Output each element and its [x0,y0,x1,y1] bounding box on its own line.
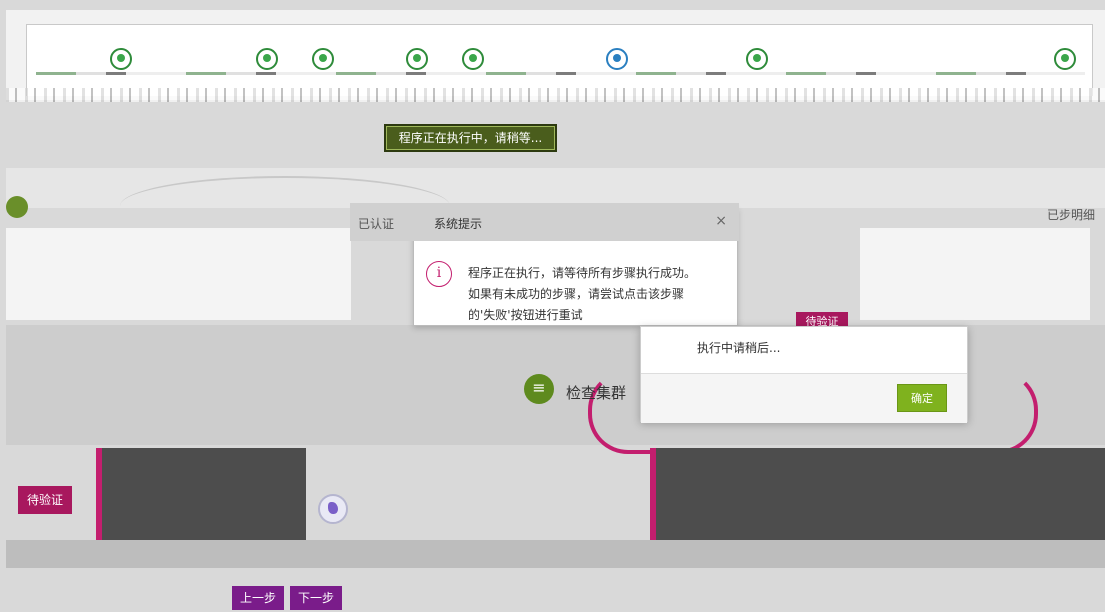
dialog-message-line: 的'失败'按钮进行重试 [468,308,583,322]
left-panel [6,228,351,320]
header-right-tab[interactable]: 已步明细 [895,206,1095,223]
progress-stepper [6,10,1105,102]
system-prompt-dialog: 已认证 系统提示 × i 程序正在执行，请等待所有步骤执行成功。 如果有未成功的… [350,203,739,326]
bottom-band [6,540,1105,568]
dialog-pretitle: 已认证 [358,217,395,231]
dialog-message-line: 如果有未成功的步骤，请尝试点击该步骤 [468,287,685,301]
stepper-labels [6,88,1105,102]
dialog-message: 程序正在执行，请等待所有步骤执行成功。 如果有未成功的步骤，请尝试点击该步骤 的… [468,263,730,326]
right-panel [860,228,1090,320]
step-8-dot[interactable] [1054,48,1076,70]
check-step-label: 检查集群 [566,384,627,402]
step-6-dot[interactable] [606,48,628,70]
step-card-left [96,448,306,540]
executing-modal: 执行中请稍后... 确定 [640,326,968,423]
next-step-button[interactable]: 下一步 [290,586,342,610]
status-dot [6,196,28,218]
header-right-tab-label: 已步明细 [1046,208,1095,222]
check-step-icon [524,374,554,404]
dialog-header: 已认证 系统提示 × [350,203,739,241]
close-icon[interactable]: × [715,213,727,229]
prev-step-button[interactable]: 上一步 [232,586,284,610]
to-verify-left-button[interactable]: 待验证 [18,486,72,514]
dialog-title: 系统提示 [434,217,483,231]
dialog-message-line: 程序正在执行，请等待所有步骤执行成功。 [468,266,697,280]
running-banner: 程序正在执行中，请稍等... [384,124,557,152]
stepper-track [26,24,1093,96]
step-7-dot[interactable] [746,48,768,70]
step-4-dot[interactable] [406,48,428,70]
step-5-dot[interactable] [462,48,484,70]
step-1-dot[interactable] [110,48,132,70]
info-icon: i [426,261,452,287]
modal-footer: 确定 [641,373,967,423]
step-2-dot[interactable] [256,48,278,70]
step-type-icon [318,494,348,524]
stepper-connector [36,72,1085,75]
step-3-dot[interactable] [312,48,334,70]
step-card-left-accent [96,448,102,540]
step-card-right-accent [650,448,656,540]
ok-button[interactable]: 确定 [897,384,947,412]
step-card-right [650,448,1105,540]
modal-message: 执行中请稍后... [697,341,781,355]
